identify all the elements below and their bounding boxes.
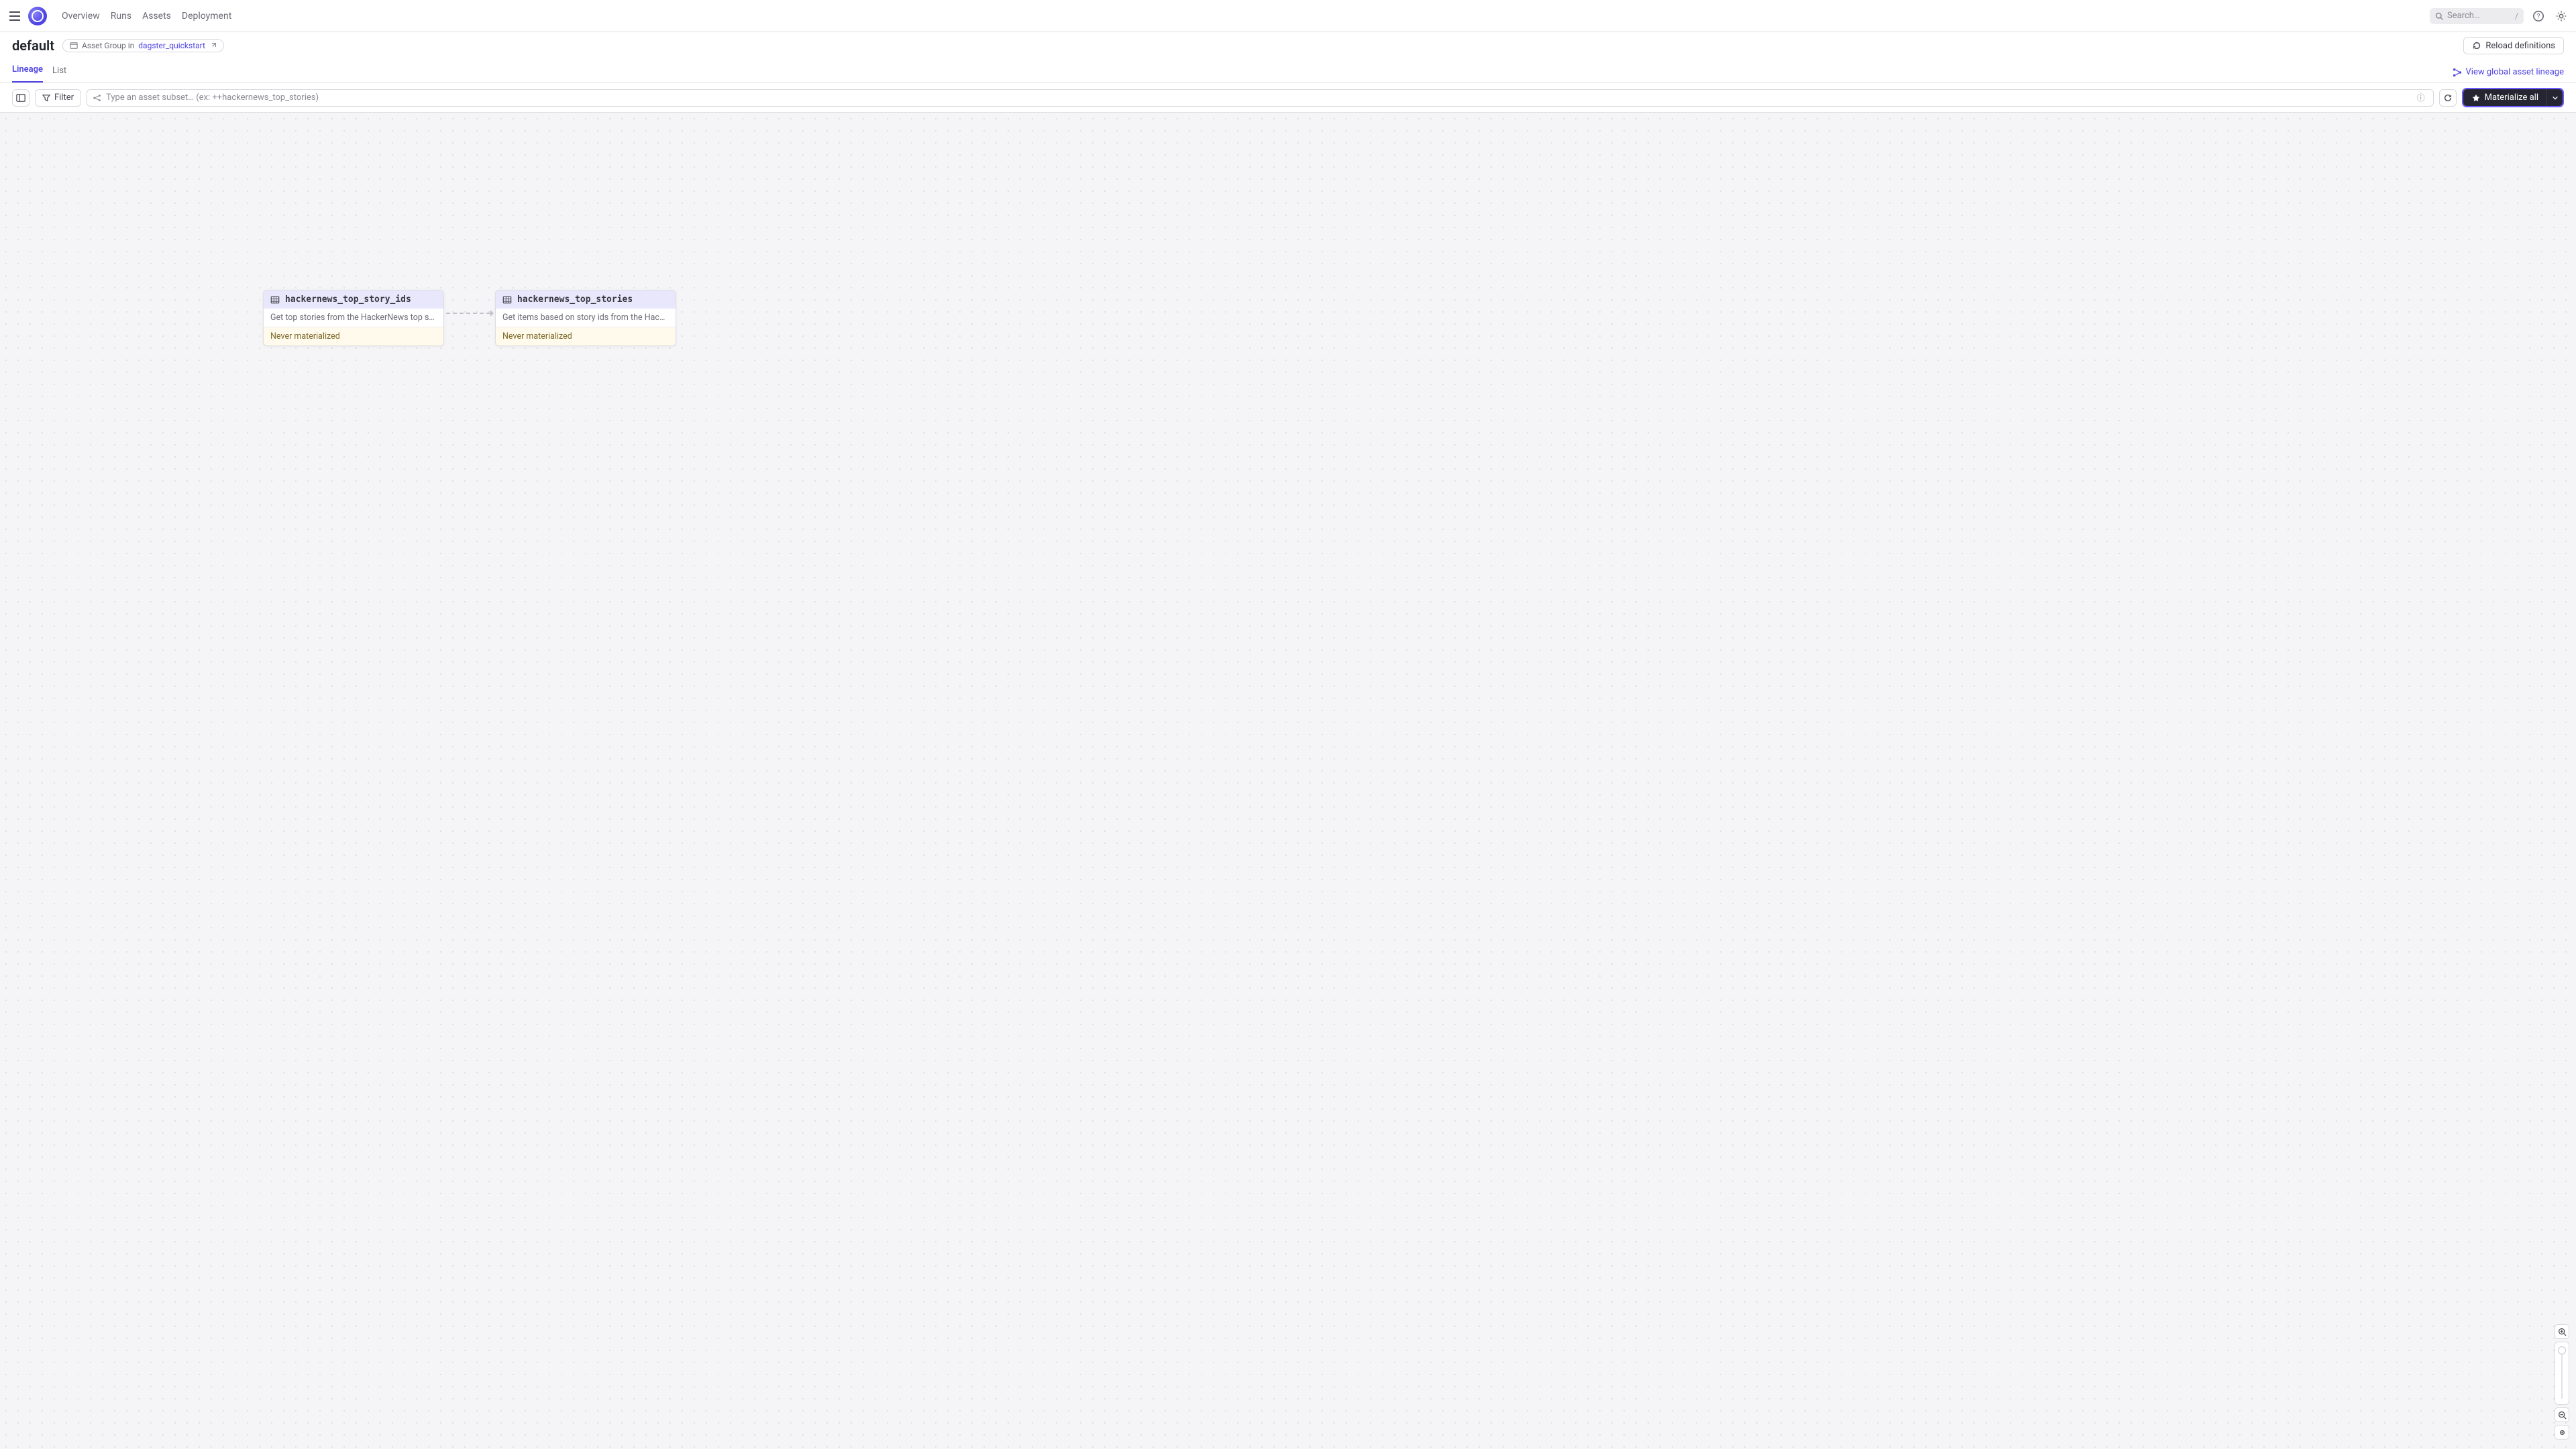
materialize-button-group: Materialize all xyxy=(2462,88,2564,107)
view-global-lineage-label: View global asset lineage xyxy=(2466,67,2564,77)
asset-subset-placeholder: Type an asset subset… (ex: ++hackernews_… xyxy=(106,93,2414,103)
nav-link-overview[interactable]: Overview xyxy=(56,11,105,21)
zoom-out-icon xyxy=(2558,1411,2567,1419)
subset-help-icon[interactable]: ⓘ xyxy=(2414,91,2428,105)
asset-node-description: Get items based on story ids from the Ha… xyxy=(496,309,676,327)
filter-icon xyxy=(42,94,50,102)
materialize-all-button[interactable]: Materialize all xyxy=(2463,89,2546,106)
svg-text:?: ? xyxy=(2537,13,2540,20)
refresh-icon xyxy=(2443,93,2453,103)
page-title: default xyxy=(12,38,54,54)
toggle-sidebar-button[interactable] xyxy=(12,89,30,107)
open-external-icon xyxy=(209,42,217,50)
chip-prefix: Asset Group in xyxy=(82,41,134,50)
zoom-in-icon xyxy=(2558,1328,2567,1336)
reload-icon xyxy=(2472,41,2481,50)
lineage-canvas[interactable]: hackernews_top_story_ids Get top stories… xyxy=(0,113,2576,1449)
table-icon xyxy=(270,295,280,305)
asset-node-name: hackernews_top_story_ids xyxy=(285,294,411,305)
zoom-fit-icon xyxy=(2558,1428,2567,1437)
nav-link-assets[interactable]: Assets xyxy=(137,11,176,21)
zoom-controls xyxy=(2555,1324,2569,1440)
asset-node-status: Never materialized xyxy=(496,327,676,345)
title-row: default Asset Group in dagster_quickstar… xyxy=(0,32,2576,59)
asset-subset-input[interactable]: Type an asset subset… (ex: ++hackernews_… xyxy=(87,89,2434,107)
lineage-icon xyxy=(2453,68,2462,77)
hamburger-icon[interactable] xyxy=(7,8,23,24)
zoom-out-button[interactable] xyxy=(2555,1407,2569,1422)
settings-gear-icon[interactable] xyxy=(2553,8,2569,24)
dagster-logo-icon[interactable] xyxy=(28,7,47,25)
materialize-all-label: Materialize all xyxy=(2485,93,2538,103)
nav-link-runs[interactable]: Runs xyxy=(105,11,137,21)
asset-node-description: Get top stories from the HackerNews top … xyxy=(264,309,443,327)
tab-list[interactable]: List xyxy=(52,66,66,83)
chip-code-location-link[interactable]: dagster_quickstart xyxy=(138,41,205,50)
asset-group-icon xyxy=(70,42,78,50)
asset-group-chip[interactable]: Asset Group in dagster_quickstart xyxy=(62,39,224,52)
reload-definitions-label: Reload definitions xyxy=(2485,41,2555,51)
asset-node-status: Never materialized xyxy=(264,327,443,345)
table-icon xyxy=(502,295,512,305)
asset-node[interactable]: hackernews_top_stories Get items based o… xyxy=(495,290,676,346)
search-shortcut-hint: / xyxy=(2515,11,2518,21)
top-navbar: Overview Runs Assets Deployment Search… … xyxy=(0,0,2576,32)
help-icon[interactable]: ? xyxy=(2530,8,2546,24)
zoom-in-button[interactable] xyxy=(2555,1324,2569,1339)
panel-toggle-icon xyxy=(16,93,25,103)
zoom-fit-button[interactable] xyxy=(2555,1425,2569,1440)
toolbar-row: Filter Type an asset subset… (ex: ++hack… xyxy=(0,83,2576,113)
materialize-icon xyxy=(2471,93,2481,103)
asset-edge xyxy=(446,313,493,314)
asset-node-name: hackernews_top_stories xyxy=(517,294,633,305)
nav-link-deployment[interactable]: Deployment xyxy=(176,11,237,21)
search-icon xyxy=(2435,12,2443,20)
refresh-graph-button[interactable] xyxy=(2439,89,2457,107)
tab-lineage[interactable]: Lineage xyxy=(12,64,43,83)
zoom-slider-handle[interactable] xyxy=(2558,1346,2566,1354)
asset-node[interactable]: hackernews_top_story_ids Get top stories… xyxy=(263,290,444,346)
view-global-lineage-link[interactable]: View global asset lineage xyxy=(2453,67,2564,83)
reload-definitions-button[interactable]: Reload definitions xyxy=(2463,37,2564,54)
zoom-slider[interactable] xyxy=(2555,1342,2569,1405)
search-placeholder: Search… xyxy=(2447,11,2515,21)
chevron-down-icon xyxy=(2552,95,2559,101)
materialize-dropdown-button[interactable] xyxy=(2546,89,2563,106)
tabs-row: Lineage List View global asset lineage xyxy=(0,59,2576,83)
graph-icon xyxy=(93,93,102,103)
global-search-input[interactable]: Search… / xyxy=(2430,8,2524,24)
filter-button[interactable]: Filter xyxy=(35,89,81,107)
filter-label: Filter xyxy=(54,93,74,103)
